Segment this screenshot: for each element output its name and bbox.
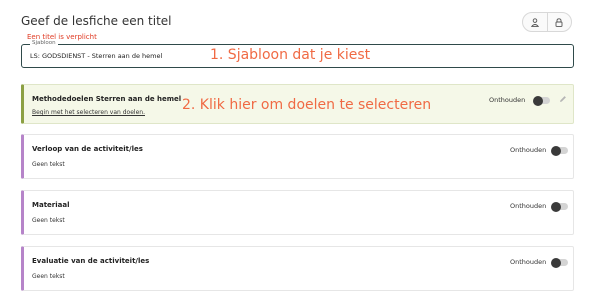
material-remember-label: Onthouden [510, 202, 547, 210]
goals-remember-label: Onthouden [489, 96, 526, 104]
annotation-step-1: 1. Sjabloon dat je kiest [210, 47, 371, 63]
material-remember-toggle[interactable] [551, 201, 568, 212]
material-card-title: Materiaal [32, 201, 70, 209]
page-title: Geef de lesfiche een titel [21, 14, 172, 28]
evaluation-card-title: Evaluatie van de activiteit/les [32, 257, 150, 265]
course-remember-toggle[interactable] [551, 145, 568, 156]
toggle-knob [551, 201, 561, 212]
person-icon [530, 17, 539, 27]
lock-view-button[interactable] [546, 13, 572, 31]
goals-remember-toggle[interactable] [533, 95, 550, 106]
view-toggle[interactable] [522, 12, 572, 32]
evaluation-remember-label: Onthouden [510, 258, 547, 266]
toggle-knob [551, 145, 561, 156]
pencil-icon[interactable] [559, 95, 567, 103]
course-card[interactable]: Verloop van de activiteit/les Geen tekst… [21, 134, 574, 179]
annotation-step-2: 2. Klik hier om doelen te selecteren [182, 97, 432, 113]
goals-card-title: Methodedoelen Sterren aan de hemel [32, 95, 182, 103]
toggle-knob [551, 257, 561, 268]
template-input[interactable] [30, 45, 200, 66]
select-goals-link[interactable]: Begin met het selecteren van doelen. [32, 109, 145, 116]
evaluation-card[interactable]: Evaluatie van de activiteit/les Geen tek… [21, 246, 574, 291]
person-view-button[interactable] [523, 13, 547, 31]
toggle-knob [533, 95, 543, 106]
material-card[interactable]: Materiaal Geen tekst Onthouden [21, 190, 574, 235]
material-card-text: Geen tekst [32, 217, 65, 224]
course-card-title: Verloop van de activiteit/les [32, 145, 143, 153]
evaluation-card-text: Geen tekst [32, 273, 65, 280]
course-card-text: Geen tekst [32, 161, 65, 168]
evaluation-remember-toggle[interactable] [551, 257, 568, 268]
lock-icon [555, 17, 563, 27]
course-remember-label: Onthouden [510, 146, 547, 154]
